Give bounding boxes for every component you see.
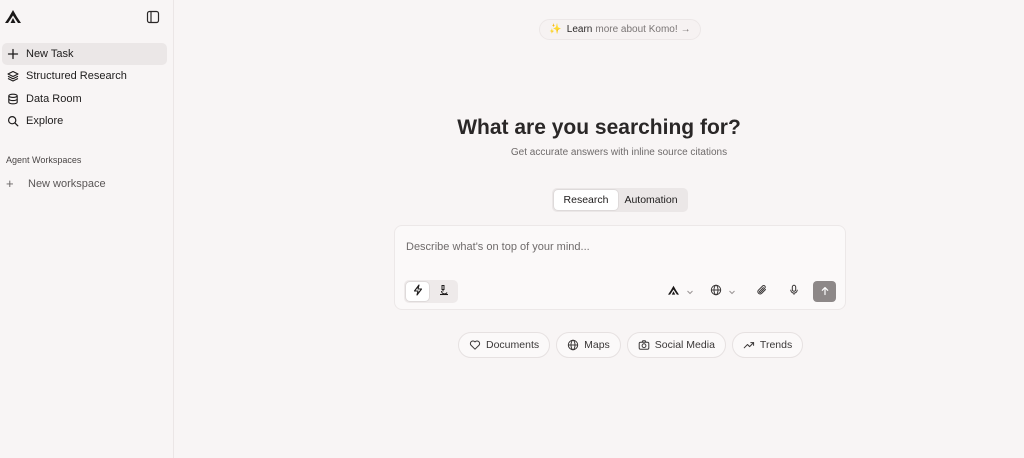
page-headline: What are you searching for? — [457, 116, 741, 139]
chevron-down-icon — [728, 283, 736, 301]
sidebar-item-explore[interactable]: Explore — [2, 110, 167, 132]
chip-social-media[interactable]: Social Media — [626, 332, 726, 358]
mode-toggle: Research Automation — [552, 188, 688, 212]
sidebar-item-label: Data Room — [26, 92, 82, 105]
globe-icon — [710, 283, 722, 301]
learn-more-text: more about Komo! — [595, 24, 678, 35]
chevron-down-icon — [686, 283, 694, 301]
prompt-input[interactable] — [406, 241, 826, 253]
tab-research[interactable]: Research — [554, 190, 618, 210]
lightning-icon — [412, 283, 424, 301]
sidebar-item-data-room[interactable]: Data Room — [2, 88, 167, 110]
attach-button[interactable] — [756, 283, 768, 301]
plus-icon — [7, 48, 19, 60]
chip-documents[interactable]: Documents — [458, 332, 551, 358]
send-button[interactable] — [813, 281, 836, 302]
layers-icon — [7, 70, 19, 82]
chip-label: Documents — [486, 339, 540, 351]
paperclip-icon — [756, 283, 768, 301]
sidebar: New Task Structured Research Data Room E… — [0, 0, 174, 458]
heart-icon — [469, 339, 481, 351]
learn-more-prefix: Learn — [566, 24, 593, 35]
tab-automation[interactable]: Automation — [618, 190, 684, 210]
new-workspace-button[interactable]: + New workspace — [6, 176, 106, 191]
camera-icon — [638, 339, 650, 351]
composer — [394, 225, 846, 310]
sidebar-item-label: Structured Research — [26, 70, 127, 83]
chip-maps[interactable]: Maps — [556, 332, 621, 358]
quick-mode-button[interactable] — [406, 282, 429, 301]
sidebar-toggle-icon[interactable] — [146, 10, 160, 24]
sidebar-item-structured-research[interactable]: Structured Research — [2, 65, 167, 87]
chip-label: Trends — [759, 339, 793, 351]
agent-workspaces-heading: Agent Workspaces — [6, 155, 82, 165]
voice-input-button[interactable] — [788, 283, 800, 301]
chip-label: Social Media — [654, 339, 715, 351]
arrow-right-icon: → — [680, 24, 691, 35]
deep-research-button[interactable] — [432, 282, 455, 301]
sidebar-item-label: Explore — [26, 115, 64, 128]
chip-trends[interactable]: Trends — [731, 332, 804, 358]
web-search-selector[interactable] — [710, 283, 736, 301]
search-icon — [7, 115, 19, 127]
main-content: ✨ Learn more about Komo! → What are you … — [174, 0, 1024, 458]
send-arrow-icon — [820, 283, 830, 301]
sidebar-nav: New Task Structured Research Data Room E… — [2, 43, 167, 133]
model-selector[interactable] — [667, 283, 694, 301]
chip-label: Maps — [584, 339, 610, 351]
tool-toggle — [404, 280, 458, 303]
app-root: New Task Structured Research Data Room E… — [0, 0, 1024, 458]
learn-more-link[interactable]: ✨ Learn more about Komo! → — [539, 19, 701, 40]
komo-model-icon — [667, 283, 680, 301]
page-subheadline: Get accurate answers with inline source … — [510, 147, 728, 158]
composer-controls — [667, 280, 836, 303]
trend-icon — [743, 339, 755, 351]
microscope-icon — [438, 283, 450, 301]
sparkle-icon: ✨ — [549, 24, 562, 35]
sidebar-item-new-task[interactable]: New Task — [2, 43, 167, 65]
komo-logo-icon[interactable] — [4, 9, 22, 25]
database-icon — [7, 93, 19, 105]
plus-icon: + — [6, 176, 14, 191]
suggestion-chips: Documents Maps Social Media Trends — [458, 332, 809, 358]
mic-icon — [788, 283, 800, 301]
globe-icon — [567, 339, 579, 351]
sidebar-item-label: New Task — [26, 48, 74, 60]
new-workspace-label: New workspace — [28, 177, 106, 190]
